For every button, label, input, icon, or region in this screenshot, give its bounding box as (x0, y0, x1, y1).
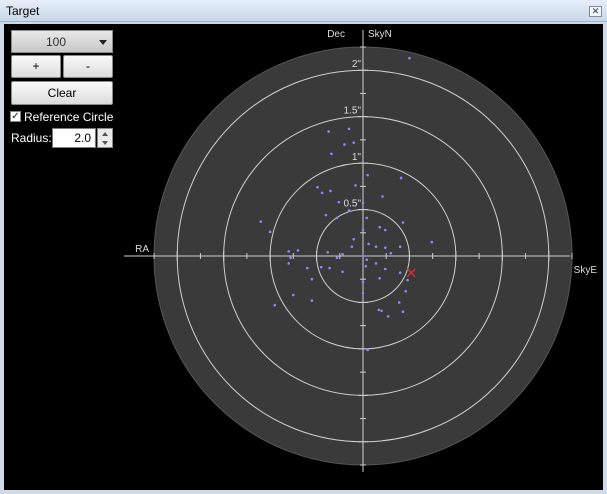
data-point (352, 237, 356, 241)
data-point (377, 308, 381, 312)
data-point (386, 315, 390, 318)
data-point (259, 220, 263, 223)
data-point (378, 276, 382, 280)
dec-label: Dec (327, 29, 345, 40)
data-point (383, 267, 387, 271)
data-point (404, 289, 408, 293)
close-icon[interactable]: ✕ (589, 6, 602, 17)
data-point (361, 228, 365, 232)
target-plot[interactable]: 0.5" 1" 1.5" 2" Dec SkyN RA SkyE (4, 24, 603, 490)
ring-label-1: 0.5" (344, 199, 362, 210)
data-point (398, 271, 402, 275)
data-point (289, 256, 292, 260)
data-point (381, 195, 384, 198)
data-point (389, 251, 393, 255)
data-point (401, 310, 405, 314)
data-point (287, 250, 290, 253)
data-point (268, 230, 272, 234)
data-point (401, 221, 405, 224)
data-point (326, 250, 330, 254)
data-point (343, 143, 346, 146)
data-point (316, 185, 319, 189)
data-point (366, 348, 369, 352)
data-point (378, 225, 382, 229)
data-point (361, 254, 365, 258)
data-point (352, 141, 356, 144)
ring-label-4: 2" (352, 59, 362, 70)
skyn-label: SkyN (368, 29, 392, 40)
data-point (383, 246, 387, 249)
data-point (310, 299, 314, 302)
data-point (380, 309, 383, 313)
data-point (305, 266, 309, 270)
ra-label: RA (135, 244, 149, 255)
ring-label-3: 1.5" (344, 106, 362, 117)
data-point (329, 189, 332, 193)
data-point (361, 280, 365, 284)
data-point (361, 291, 365, 295)
data-point (327, 130, 330, 133)
data-point (374, 262, 378, 265)
data-point (341, 252, 344, 256)
data-point (347, 209, 351, 212)
data-point (383, 228, 387, 232)
data-point (398, 245, 402, 249)
data-point (296, 249, 300, 252)
data-point (341, 270, 344, 274)
data-point (328, 266, 331, 270)
data-point (365, 258, 369, 262)
data-point (397, 301, 401, 304)
data-point (354, 184, 357, 187)
data-point (364, 264, 368, 268)
data-point (320, 191, 324, 195)
data-point (330, 152, 333, 156)
window-title: Target (6, 4, 40, 18)
window-titlebar: Target ✕ (0, 0, 607, 22)
data-point (361, 201, 365, 205)
data-point (374, 245, 378, 249)
data-point (350, 245, 354, 249)
data-point (366, 173, 369, 177)
data-point (310, 277, 314, 281)
data-point (335, 256, 339, 260)
data-point (408, 56, 411, 60)
data-point (365, 216, 369, 220)
data-point (406, 278, 409, 282)
data-point (319, 265, 323, 269)
data-point (335, 216, 339, 220)
data-point (292, 293, 295, 297)
ring-label-2: 1" (352, 152, 362, 163)
skye-label: SkyE (574, 265, 598, 276)
data-point (367, 242, 370, 246)
data-point (337, 200, 341, 204)
data-point (287, 262, 290, 265)
data-point (399, 176, 403, 180)
data-point (347, 127, 351, 131)
data-point (430, 240, 434, 244)
data-point (273, 303, 277, 307)
data-point (324, 213, 328, 217)
